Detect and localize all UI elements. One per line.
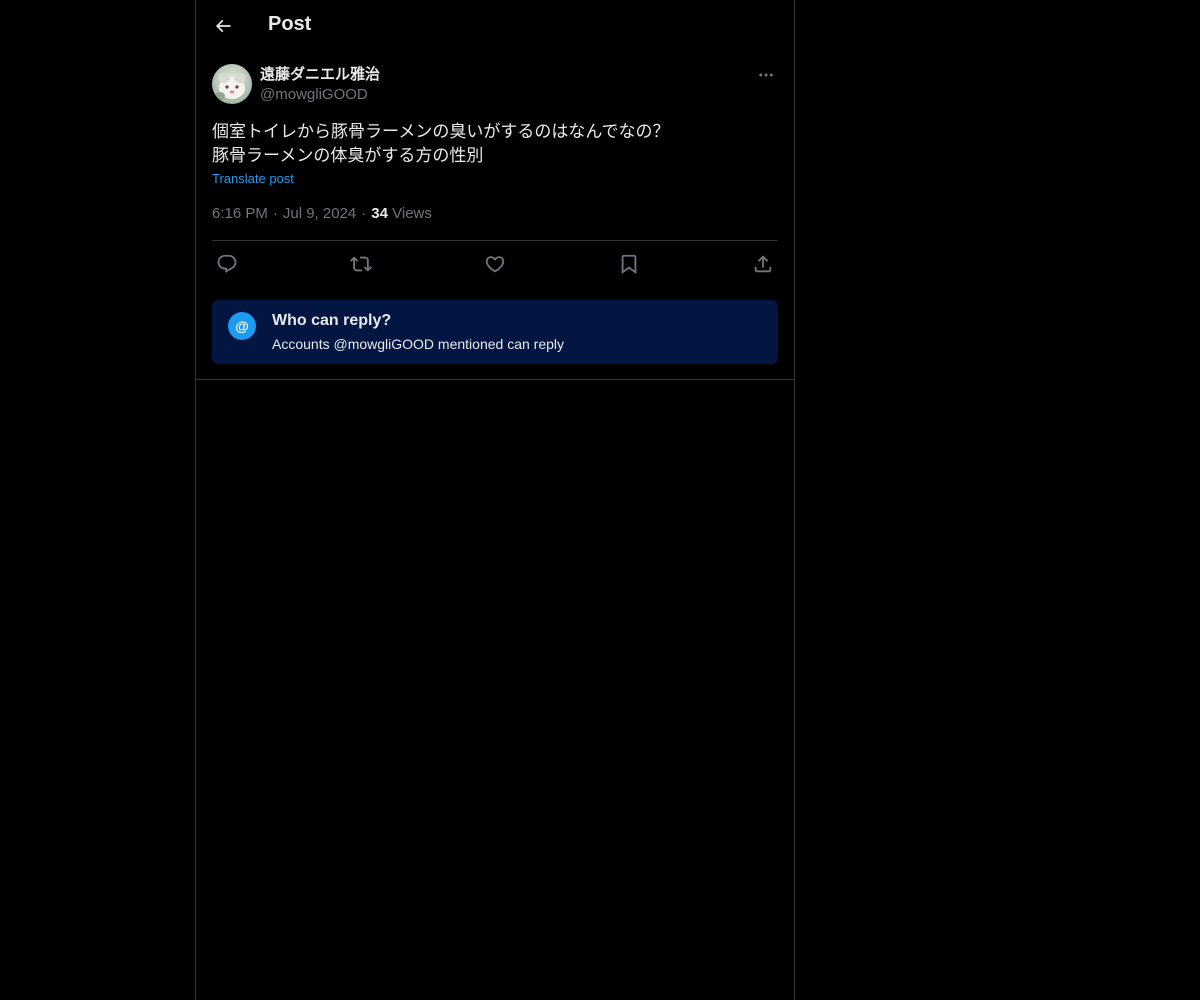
- arrow-left-icon: [215, 19, 231, 33]
- post-time[interactable]: 6:16 PM: [212, 205, 268, 222]
- back-button[interactable]: [206, 9, 240, 43]
- post-text-line: 豚骨ラーメンの体臭がする方の性別: [212, 146, 484, 166]
- views-label: Views: [392, 205, 432, 222]
- divider: [212, 240, 778, 241]
- who-can-reply-subtitle: Accounts @mowgliGOOD mentioned can reply: [272, 336, 564, 352]
- more-options-button[interactable]: [754, 64, 778, 86]
- post-text-line: 個室トイレから豚骨ラーメンの臭いがするのはなんでなの？: [212, 122, 670, 142]
- who-can-reply-title: Who can reply?: [272, 312, 392, 329]
- avatar-image: [212, 64, 252, 104]
- main-column: Post 遠藤ダニエル雅治 @mowgliGOOD 個室トイレから豚骨ラーメンの…: [195, 0, 795, 1000]
- heart-icon: [485, 256, 505, 273]
- bookmark-button[interactable]: [614, 251, 644, 277]
- who-can-reply-notice: @ Who can reply? Accounts @mowgliGOOD me…: [212, 300, 778, 364]
- meta-separator: ·: [361, 205, 367, 222]
- action-bar: [212, 251, 778, 277]
- repost-icon: [350, 256, 372, 272]
- post-header: Post: [196, 0, 794, 53]
- meta-separator: ·: [272, 205, 278, 222]
- post-text: 個室トイレから豚骨ラーメンの臭いがするのはなんでなの？ 豚骨ラーメンの体臭がする…: [212, 120, 778, 168]
- bookmark-icon: [621, 254, 637, 275]
- author-block: 遠藤ダニエル雅治 @mowgliGOOD: [260, 65, 380, 105]
- author-display-name[interactable]: 遠藤ダニエル雅治: [260, 65, 380, 85]
- views-count: 34: [371, 205, 388, 222]
- page-title: Post: [268, 13, 312, 35]
- at-mention-icon: @: [228, 312, 256, 340]
- reply-icon: [217, 254, 237, 273]
- avatar[interactable]: [212, 64, 252, 104]
- section-divider: [196, 379, 794, 380]
- post-date[interactable]: Jul 9, 2024: [283, 205, 356, 222]
- repost-button[interactable]: [346, 251, 376, 277]
- translate-post-link[interactable]: Translate post: [212, 171, 294, 186]
- post-meta: 6:16 PM · Jul 9, 2024 · 34 Views: [212, 205, 432, 222]
- like-button[interactable]: [480, 251, 510, 277]
- reply-button[interactable]: [212, 251, 242, 277]
- ellipsis-icon: [759, 73, 773, 77]
- author-handle[interactable]: @mowgliGOOD: [260, 85, 380, 105]
- share-button[interactable]: [748, 251, 778, 277]
- share-icon: [754, 255, 772, 273]
